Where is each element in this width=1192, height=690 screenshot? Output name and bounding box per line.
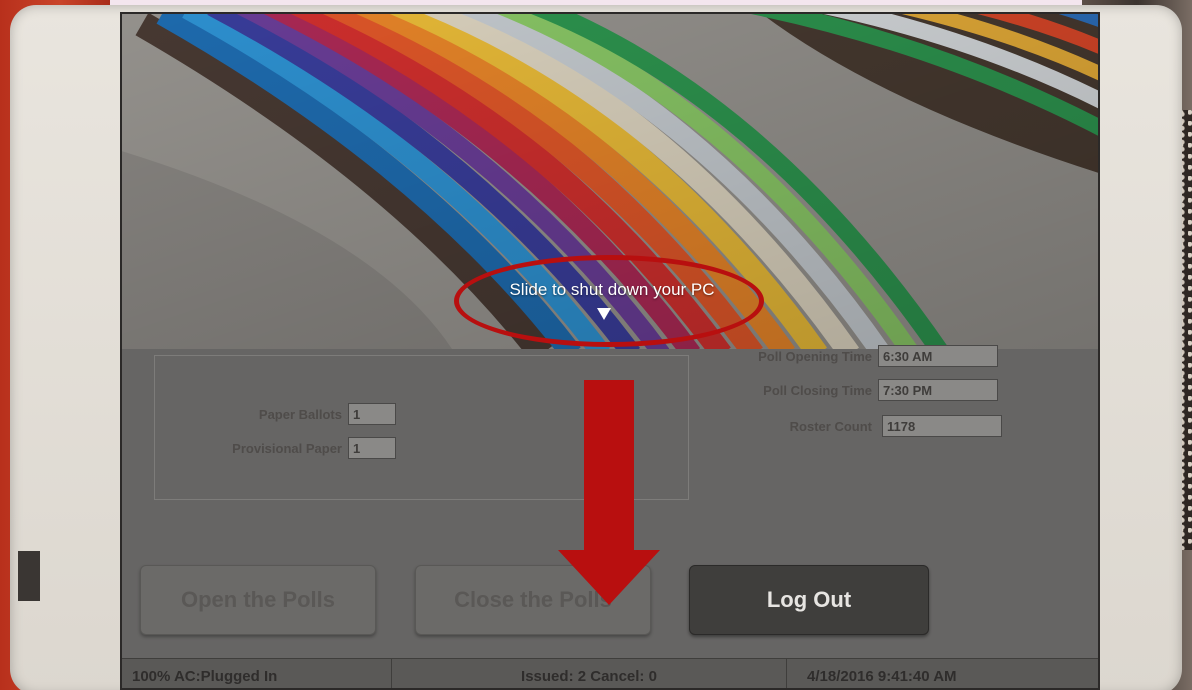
roster-count-field[interactable]: 1178: [882, 415, 1002, 437]
ballot-issue-status: Issued: 2 Cancel: 0: [392, 659, 787, 688]
provisional-paper-label: Provisional Paper: [232, 440, 342, 456]
poll-closing-field[interactable]: 7:30 PM: [878, 379, 998, 401]
power-status: 100% AC:Plugged In: [122, 659, 392, 688]
provisional-paper-field[interactable]: 1: [348, 437, 396, 459]
open-polls-button[interactable]: Open the Polls: [140, 565, 376, 635]
poll-opening-field[interactable]: 6:30 AM: [878, 345, 998, 367]
bezel-sticker: [18, 551, 40, 601]
datetime-status: 4/18/2016 9:41:40 AM: [807, 667, 957, 685]
poll-opening-row: Poll Opening Time 6:30 AM: [722, 345, 998, 367]
arrow-down-icon: [558, 380, 660, 605]
paper-ballots-field[interactable]: 1: [348, 403, 396, 425]
roster-count-row: Roster Count 1178: [722, 415, 1002, 437]
poll-opening-label: Poll Opening Time: [758, 348, 872, 364]
poll-closing-row: Poll Closing Time 7:30 PM: [722, 379, 998, 401]
paper-ballots-label: Paper Ballots: [258, 406, 342, 422]
status-bar: 100% AC:Plugged In Issued: 2 Cancel: 0 4…: [122, 658, 1098, 688]
log-out-button[interactable]: Log Out: [689, 565, 929, 635]
annotation-ellipse: [454, 255, 764, 347]
provisional-paper-row: Provisional Paper 1: [182, 437, 396, 459]
roster-count-label: Roster Count: [789, 418, 872, 434]
paper-ballots-row: Paper Ballots 1: [182, 403, 396, 425]
poll-closing-label: Poll Closing Time: [763, 382, 872, 398]
